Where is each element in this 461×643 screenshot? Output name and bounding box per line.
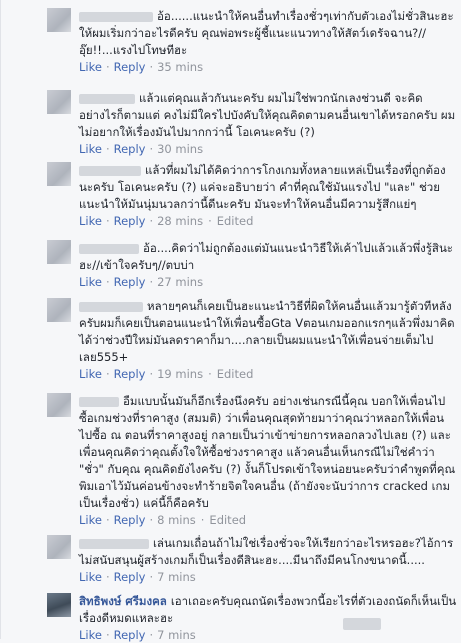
avatar[interactable] — [47, 240, 71, 264]
avatar[interactable] — [47, 593, 71, 617]
like-button[interactable]: Like — [79, 214, 102, 228]
comment-text: อืมแบบนั้นมันก็อีกเรื่องนึงครับ อย่างเช่… — [79, 394, 456, 510]
comment-actions: Like · Reply · 8 mins · Edited — [79, 513, 457, 528]
commenter-name-blurred[interactable] — [79, 301, 143, 312]
avatar[interactable] — [47, 535, 71, 559]
separator: · — [149, 214, 154, 228]
timestamp[interactable]: 28 mins — [157, 214, 203, 228]
edited-label[interactable]: Edited — [217, 367, 254, 381]
reply-button[interactable]: Reply — [114, 275, 146, 289]
timestamp[interactable]: 8 mins — [157, 513, 196, 527]
reply-button[interactable]: Reply — [114, 214, 146, 228]
avatar[interactable] — [47, 8, 71, 32]
comment-text: เล่นเกมเถื่อนถ้าไม่ใช่เรื่องชั่วจะให้เรี… — [79, 536, 454, 567]
separator: · — [149, 367, 154, 381]
avatar[interactable] — [47, 162, 71, 186]
like-button[interactable]: Like — [79, 570, 102, 584]
timestamp[interactable]: 27 mins — [157, 275, 203, 289]
commenter-name-blurred[interactable] — [79, 243, 139, 254]
comment-text: หลายๆคนก็เคยเป็นฮะแนะนำวิธีที่ผิดให้คนอื… — [79, 299, 455, 364]
like-button[interactable]: Like — [79, 513, 102, 527]
commenter-name-blurred[interactable] — [79, 538, 149, 549]
separator: · — [149, 513, 154, 527]
separator: · — [105, 628, 110, 642]
comment-actions: Like · Reply · 19 mins · Edited — [79, 367, 457, 382]
avatar[interactable] — [47, 90, 71, 114]
separator: · — [208, 367, 212, 381]
comment-actions: Like · Reply · 27 mins — [79, 275, 457, 290]
edited-label[interactable]: Edited — [217, 214, 254, 228]
reply-button[interactable]: Reply — [114, 60, 146, 74]
separator: · — [105, 367, 110, 381]
separator: · — [105, 513, 110, 527]
avatar[interactable] — [47, 298, 71, 322]
like-button[interactable]: Like — [79, 628, 102, 642]
reply-button[interactable]: Reply — [114, 367, 146, 381]
separator: · — [105, 570, 110, 584]
reply-button[interactable]: Reply — [114, 628, 146, 642]
comment-text: อ้อ....คิดว่าไม่ถูกต้องแต่มันแนะนำวิธีให… — [79, 241, 453, 272]
comment-actions: Like · Reply · 35 mins — [79, 60, 457, 75]
avatar[interactable] — [47, 393, 71, 417]
comment-actions: Like · Reply · 7 mins — [79, 628, 457, 643]
separator: · — [149, 570, 154, 584]
timestamp[interactable]: 7 mins — [157, 570, 196, 584]
like-button[interactable]: Like — [79, 142, 102, 156]
commenter-name-blurred[interactable] — [79, 11, 153, 22]
comment-text: สิทธิพงษ์ ศรีมงคล เอาเถอะครับคุณถนัดเรื่อ… — [79, 594, 457, 625]
separator: · — [105, 60, 110, 74]
separator: · — [105, 275, 110, 289]
comment-text: อ้อ......แนะนำให้คนอื่นทำเรื่องชั่วๆเท่า… — [79, 9, 454, 57]
commenter-name-blurred[interactable] — [79, 165, 141, 176]
separator: · — [105, 214, 110, 228]
separator: · — [149, 142, 154, 156]
comment-actions: Like · Reply · 28 mins · Edited — [79, 214, 457, 229]
comment-actions: Like · Reply · 7 mins — [79, 570, 457, 585]
edited-label[interactable]: Edited — [209, 513, 246, 527]
like-button[interactable]: Like — [79, 60, 102, 74]
timestamp[interactable]: 35 mins — [157, 60, 203, 74]
reply-button[interactable]: Reply — [114, 513, 146, 527]
separator: · — [200, 513, 205, 527]
reply-button[interactable]: Reply — [114, 570, 146, 584]
commenter-name-blurred[interactable] — [79, 396, 119, 407]
reply-button[interactable]: Reply — [114, 142, 146, 156]
comment-text: แล้วแต่คุณแล้วกันนะครับ ผมไม่ใช่พวกนักเล… — [79, 91, 456, 139]
timestamp[interactable]: 19 mins — [157, 367, 203, 381]
separator: · — [149, 628, 154, 642]
separator: · — [105, 142, 110, 156]
timestamp[interactable]: 30 mins — [157, 142, 203, 156]
separator: · — [149, 275, 154, 289]
like-button[interactable]: Like — [79, 367, 102, 381]
separator: · — [208, 214, 212, 228]
like-button[interactable]: Like — [79, 275, 102, 289]
comment-actions: Like · Reply · 30 mins — [79, 142, 457, 157]
redacted-block — [343, 618, 381, 630]
separator: · — [149, 60, 154, 74]
timestamp[interactable]: 7 mins — [157, 628, 196, 642]
comment-text: แล้วที่ผมไม่ได้คิดว่าการโกงเกมทั้งหลายแห… — [79, 163, 446, 211]
commenter-name-blurred[interactable] — [79, 93, 135, 104]
commenter-name[interactable]: สิทธิพงษ์ ศรีมงคล — [79, 594, 167, 608]
left-border — [0, 0, 1, 639]
